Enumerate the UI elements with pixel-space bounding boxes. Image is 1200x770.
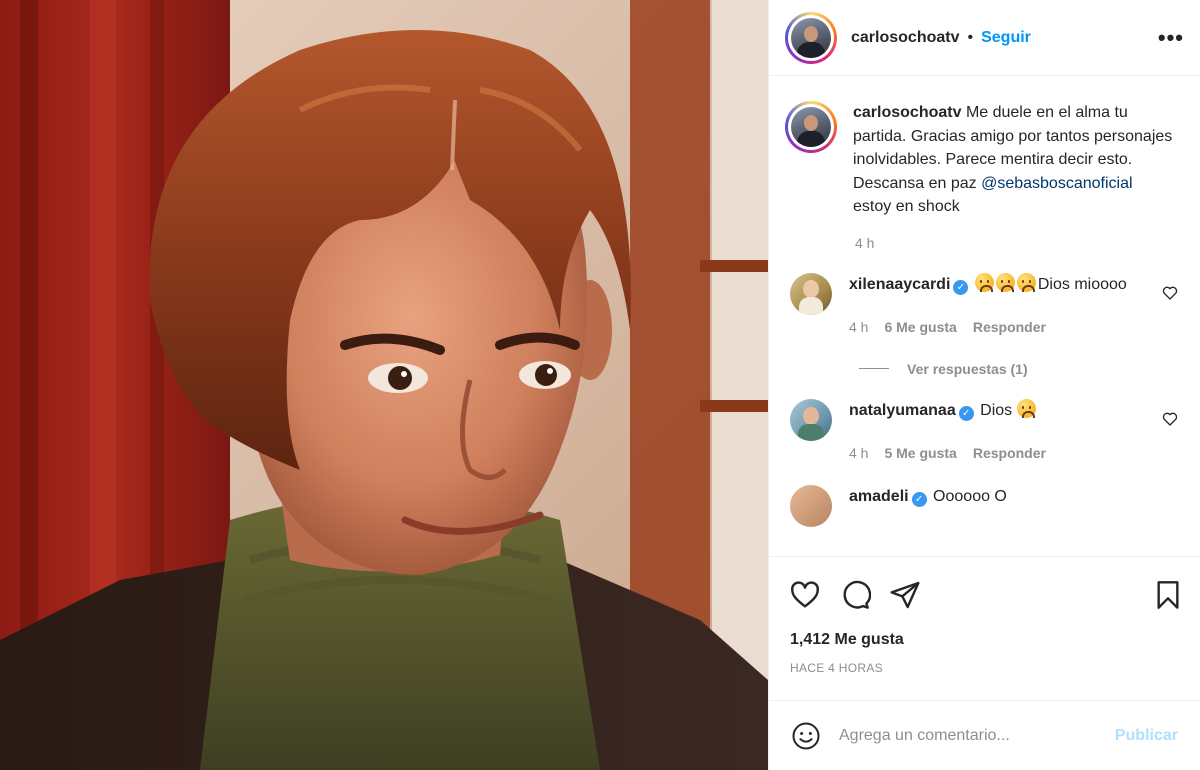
like-comment-heart-icon[interactable] [1162,411,1178,427]
caption-body-end: estoy en shock [853,198,960,215]
verified-badge-icon: ✓ [958,405,974,421]
comment-username[interactable]: natalyumanaa [849,402,956,419]
author-avatar[interactable] [785,11,837,64]
comment-meta: 4 h 5 Me gusta Responder [849,441,1149,465]
comment-item: natalyumanaa ✓ Dios 4 h 5 Me gusta Respon… [785,398,1184,465]
commenter-avatar[interactable] [790,398,832,441]
replies-divider-line [859,368,889,369]
caption-author-avatar-image [791,107,831,147]
comment-body: Dios mioooo [1037,275,1127,293]
author-avatar-image [791,17,831,58]
comment-username[interactable]: amadeli [849,488,909,505]
post-time-ago[interactable]: HACE 4 HORAS [790,661,1184,675]
likes-count[interactable]: 1,412 Me gusta [790,631,1184,649]
comment-timestamp[interactable]: 4 h [849,441,868,465]
post-actions: 1,412 Me gusta HACE 4 HORAS [769,556,1200,675]
action-icons-row [785,557,1184,633]
comment-likes[interactable]: 5 Me gusta [884,441,956,465]
comment-body: Oooooo O [933,487,1007,505]
post-comment-button[interactable]: Publicar [1115,727,1178,745]
caption-text: carlosochoatv Me duele en el alma tu par… [853,101,1173,219]
reply-button[interactable]: Responder [973,315,1046,339]
comment-input[interactable] [839,726,1115,745]
commenter-avatar[interactable] [790,272,832,315]
comment-timestamp[interactable]: 4 h [849,315,868,339]
add-comment-bar: Publicar [769,700,1200,770]
more-options-icon[interactable]: ••• [1158,26,1184,49]
commenter-avatar[interactable] [790,484,832,527]
share-icon[interactable] [885,575,925,615]
portrait-photo [0,0,768,770]
follow-button[interactable]: Seguir [981,29,1031,47]
comment-text: natalyumanaa ✓ Dios [849,398,1149,423]
post-caption: carlosochoatv Me duele en el alma tu par… [785,101,1184,219]
sad-face-icon [974,272,994,292]
sad-face-icon [1016,398,1036,418]
caption-mention-link[interactable]: @sebasboscanoficial [981,175,1132,192]
comment-item: amadeli ✓ Oooooo O [785,484,1184,527]
sad-face-icon [995,272,1015,292]
comment-icon[interactable] [835,575,875,615]
comment-item: xilenaaycardi ✓ Dios mioooo 4 h 6 Me gust… [785,272,1184,339]
post-header: carlosochoatv • Seguir ••• [769,0,1200,76]
separator-dot: • [967,28,974,46]
emoji-icon[interactable] [789,719,823,753]
caption-author-avatar[interactable] [785,101,837,153]
bookmark-icon[interactable] [1148,575,1188,615]
heart-icon[interactable] [785,575,825,615]
comment-meta: 4 h 6 Me gusta Responder [849,315,1149,339]
caption-username[interactable]: carlosochoatv [853,104,961,121]
view-replies-button[interactable]: Ver respuestas (1) [859,361,1184,377]
post-details-panel: carlosochoatv • Seguir ••• carlosochoatv… [768,0,1200,770]
author-username[interactable]: carlosochoatv [851,29,959,47]
comment-text: amadeli ✓ Oooooo O [849,485,1149,509]
view-replies-label: Ver respuestas (1) [907,360,1028,377]
comments-section[interactable]: carlosochoatv Me duele en el alma tu par… [769,77,1200,556]
comment-body: Dios [980,401,1013,419]
verified-badge-icon: ✓ [953,279,969,295]
sad-face-icon [1016,272,1036,292]
comment-text: xilenaaycardi ✓ Dios mioooo [849,272,1149,297]
comment-username[interactable]: xilenaaycardi [849,276,950,293]
post-photo[interactable] [0,0,768,770]
verified-badge-icon: ✓ [911,491,927,507]
reply-button[interactable]: Responder [973,441,1046,465]
caption-timestamp[interactable]: 4 h [855,235,1184,251]
comment-likes[interactable]: 6 Me gusta [884,315,956,339]
like-comment-heart-icon[interactable] [1162,285,1178,301]
